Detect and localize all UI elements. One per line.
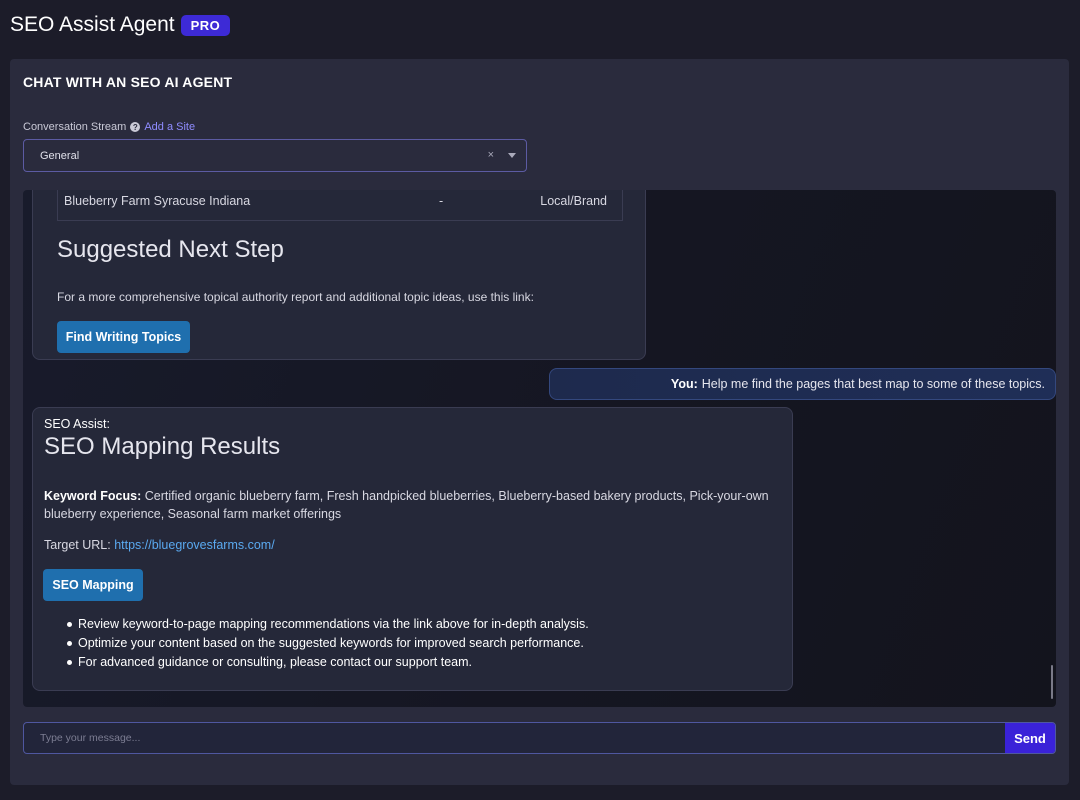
recommendations-list: Review keyword-to-page mapping recommend…	[44, 616, 589, 673]
keyword-focus: Keyword Focus: Certified organic blueber…	[44, 487, 774, 523]
table-cell-keyword: Blueberry Farm Syracuse Indiana	[64, 194, 251, 208]
pro-badge: PRO	[180, 14, 231, 36]
user-sender-label: You:	[670, 377, 698, 391]
panel-title: CHAT WITH AN SEO AI AGENT	[23, 74, 233, 90]
table-cell-volume: -	[439, 194, 444, 208]
user-message-text: Help me find the pages that best map to …	[701, 377, 1045, 391]
agent-message-seo-mapping: SEO Assist: SEO Mapping Results Keyword …	[32, 407, 793, 691]
user-message: You: Help me find the pages that best ma…	[549, 368, 1056, 400]
message-composer: Send	[23, 722, 1056, 754]
clear-icon[interactable]: ×	[488, 149, 494, 161]
agent-sender-label: SEO Assist:	[44, 417, 110, 431]
find-writing-topics-button[interactable]: Find Writing Topics	[57, 321, 190, 353]
list-item: Review keyword-to-page mapping recommend…	[44, 616, 589, 635]
table-row: Blueberry Farm Syracuse Indiana - Local/…	[57, 190, 623, 221]
list-item: For advanced guidance or consulting, ple…	[44, 654, 589, 673]
keyword-focus-text: Certified organic blueberry farm, Fresh …	[44, 489, 769, 521]
chat-scrollbar[interactable]	[1051, 665, 1053, 699]
message-input[interactable]	[24, 723, 1007, 753]
suggested-next-step-heading: Suggested Next Step	[57, 236, 284, 263]
help-icon[interactable]: ?	[130, 122, 141, 132]
list-item: Optimize your content based on the sugge…	[44, 635, 589, 654]
target-url-label: Target URL:	[44, 538, 111, 552]
keyword-focus-label: Keyword Focus:	[44, 489, 142, 503]
add-site-link[interactable]: Add a Site	[144, 121, 195, 133]
suggested-next-step-text: For a more comprehensive topical authori…	[57, 290, 534, 304]
chevron-down-icon[interactable]	[508, 153, 516, 158]
chat-panel: CHAT WITH AN SEO AI AGENT Conversation S…	[10, 59, 1069, 785]
top-bar: SEO Assist Agent PRO	[0, 0, 1080, 50]
target-url-row: Target URL: https://bluegrovesfarms.com/	[44, 538, 275, 552]
stream-select-value: General	[40, 149, 80, 162]
send-button[interactable]: Send	[1005, 723, 1055, 753]
seo-mapping-results-heading: SEO Mapping Results	[44, 433, 281, 460]
app-title: SEO Assist Agent	[10, 13, 175, 36]
target-url-link[interactable]: https://bluegrovesfarms.com/	[114, 538, 274, 552]
stream-label-row: Conversation Stream ? Add a Site	[23, 121, 195, 133]
conversation-stream-select[interactable]: General ×	[23, 139, 527, 172]
stream-label: Conversation Stream	[23, 121, 127, 133]
seo-mapping-button[interactable]: SEO Mapping	[43, 569, 143, 601]
table-cell-type: Local/Brand	[540, 194, 607, 208]
chat-messages[interactable]: Blueberry Farm Syracuse Indiana - Local/…	[23, 190, 1056, 707]
agent-message-previous: Blueberry Farm Syracuse Indiana - Local/…	[32, 190, 646, 360]
